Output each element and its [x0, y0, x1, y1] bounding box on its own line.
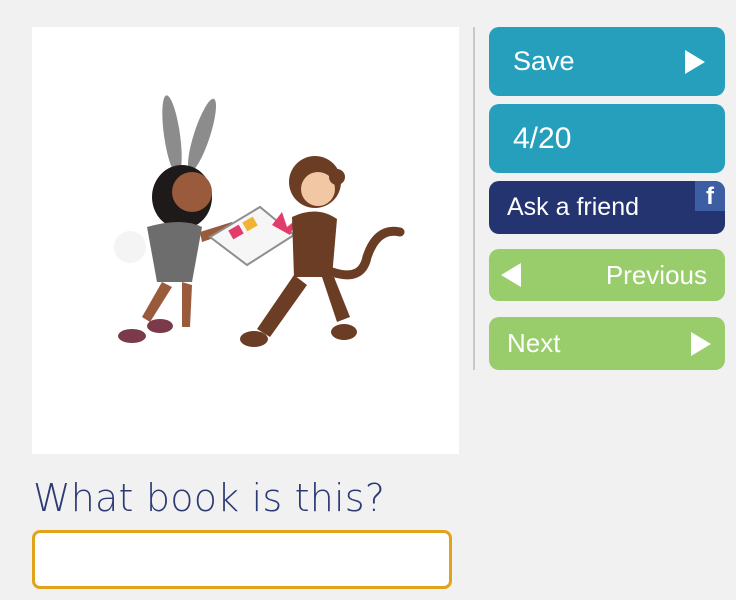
answer-input[interactable]: [32, 530, 452, 589]
play-right-icon: [685, 49, 705, 74]
ask-a-friend-label: Ask a friend: [507, 193, 640, 221]
previous-button[interactable]: Previous: [489, 249, 725, 301]
question-title: What book is this?: [33, 476, 386, 520]
previous-button-label: Previous: [605, 259, 707, 290]
illustration-image: [114, 95, 405, 347]
next-button-label: Next: [507, 328, 561, 358]
ask-a-friend-button[interactable]: Ask a friend f: [489, 181, 725, 234]
progress-counter: 4/20: [489, 104, 725, 173]
next-button[interactable]: Next: [489, 317, 725, 370]
progress-label: 4/20: [513, 121, 572, 155]
save-button[interactable]: Save: [489, 27, 725, 96]
save-button-label: Save: [513, 46, 575, 76]
play-right-icon: [691, 331, 711, 356]
vertical-divider: [473, 27, 475, 370]
book-illustration: [32, 27, 459, 454]
book-figure: [208, 205, 297, 267]
play-left-icon: [501, 263, 521, 287]
facebook-icon: f: [695, 181, 725, 211]
bunny-girl-figure: [114, 95, 237, 343]
